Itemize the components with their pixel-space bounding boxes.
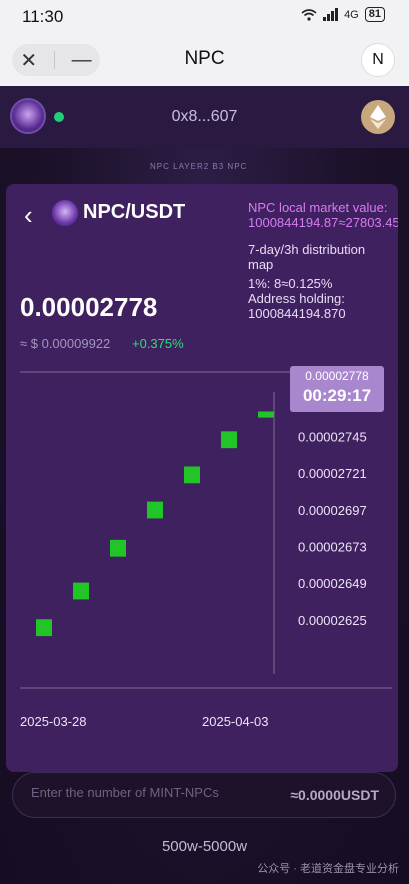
y-tick-label: 0.00002673: [298, 539, 367, 554]
mint-amount-field: ≈0.0000USDT: [12, 772, 396, 818]
y-tick-label: 0.00002745: [298, 429, 367, 444]
status-time: 11:30: [22, 7, 64, 26]
candle: [36, 619, 52, 637]
status-icons: 4G 81: [301, 7, 385, 22]
page-title: NPC: [184, 48, 225, 69]
candle: [110, 539, 126, 557]
signal-icon: [323, 8, 339, 21]
candle: [147, 501, 163, 519]
background-ring-text: NPC LAYER2 B3 NPC: [150, 162, 248, 171]
range-label: 500w-5000w: [161, 838, 248, 855]
x-tick-label: 2025-03-28: [20, 714, 87, 729]
wallet-address[interactable]: 0x8...607: [0, 108, 409, 126]
tooltip-time: 00:29:17: [302, 386, 372, 405]
kline-card: ‹ NPC/USDT NPC local market value: 10008…: [6, 184, 398, 772]
distribution-value: 1%: 8≈0.125%: [248, 276, 333, 291]
y-tick-label: 0.00002721: [298, 466, 367, 481]
candle: [73, 582, 89, 600]
address-holding-label: Address holding:: [248, 291, 345, 306]
watermark: 公众号 · 老道资金盘专业分析: [257, 863, 399, 875]
trading-pair: NPC/USDT: [83, 201, 186, 223]
app-header: 0x8...607: [0, 86, 409, 148]
back-chevron-icon[interactable]: ‹: [24, 202, 33, 228]
usd-price: ≈ $ 0.00009922: [20, 336, 111, 351]
y-tick-label: 0.00002649: [298, 576, 367, 591]
user-avatar[interactable]: N: [361, 43, 395, 77]
candle: [184, 466, 200, 484]
battery-icon: 81: [364, 7, 385, 22]
y-tick-label: 0.00002697: [298, 503, 367, 518]
wifi-icon: [301, 8, 317, 21]
ethereum-icon[interactable]: [361, 100, 395, 134]
candle: [258, 411, 274, 418]
market-value: 1000844194.87≈27803.45: [248, 215, 398, 230]
network-label: 4G: [344, 8, 359, 21]
mint-amount-input[interactable]: [31, 785, 271, 800]
x-tick-label: 2025-04-03: [202, 714, 269, 729]
tooltip-price: 0.00002778: [305, 369, 369, 383]
usdt-estimate: ≈0.0000USDT: [290, 787, 379, 803]
candle: [221, 431, 237, 449]
status-bar: 11:30 4G 81: [0, 0, 409, 34]
address-holding-value: 1000844194.870: [248, 306, 346, 321]
market-info: NPC local market value: 1000844194.87≈27…: [248, 200, 398, 321]
market-value-label: NPC local market value:: [248, 200, 388, 215]
distribution-label: 7-day/3h distribution map: [248, 242, 366, 272]
current-price: 0.00002778: [20, 292, 158, 322]
crosshair-tooltip: 0.00002778 00:29:17: [290, 366, 384, 412]
y-tick-label: 0.00002625: [298, 613, 367, 628]
npc-token-icon: [52, 200, 78, 226]
title-bar: ✕ — NPC N: [0, 34, 409, 86]
price-change: +0.375%: [132, 336, 184, 351]
